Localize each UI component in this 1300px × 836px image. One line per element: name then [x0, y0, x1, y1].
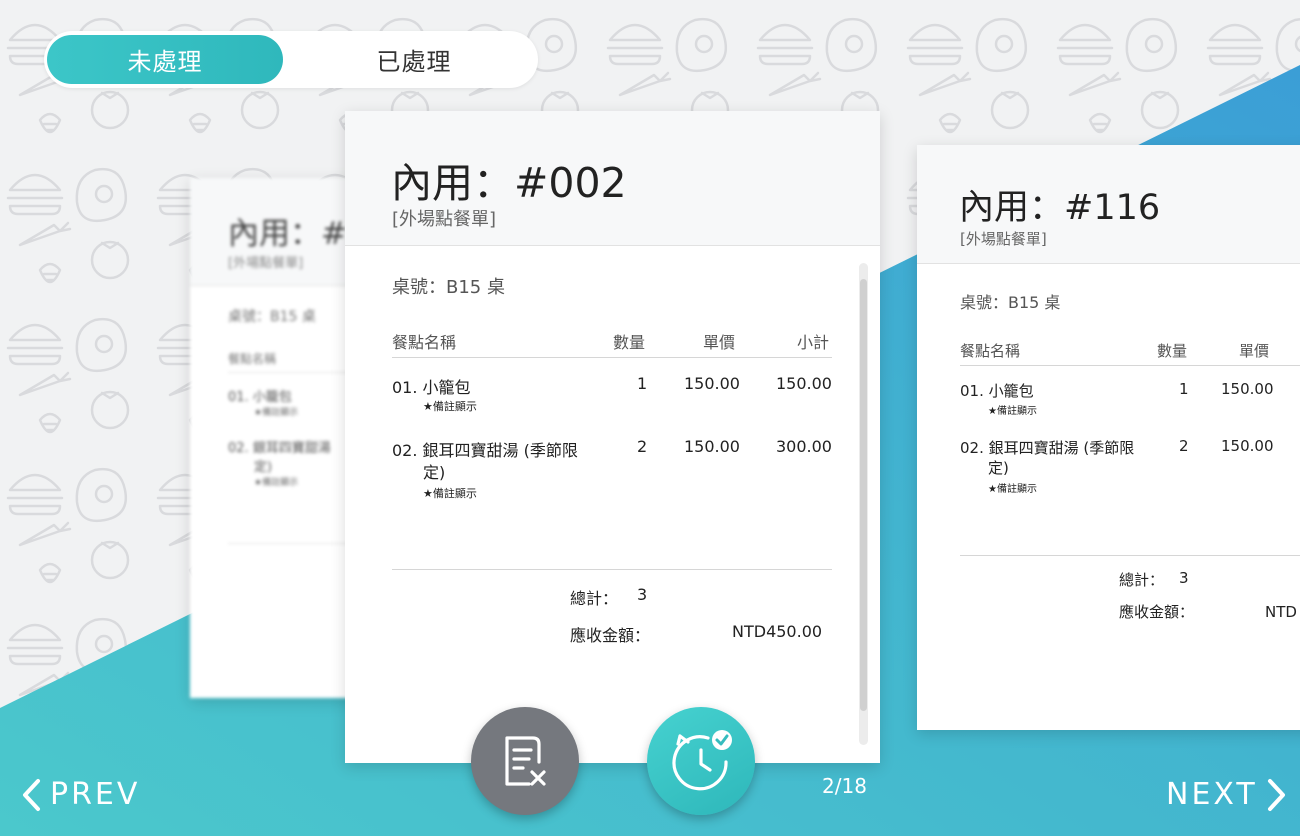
summary-divider	[960, 555, 1300, 556]
item-qty: 2	[1179, 437, 1189, 455]
item-name: 02. 銀耳四寶甜湯	[228, 441, 331, 456]
table-number: 桌號：B15 桌	[228, 309, 316, 325]
prev-label: PREV	[50, 777, 141, 812]
item-qty: 1	[637, 374, 648, 393]
total-quantity: 3	[1179, 569, 1189, 587]
column-header-qty: 數量	[1157, 342, 1188, 360]
item-qty: 2	[637, 437, 648, 456]
column-header-price: 單價	[1239, 342, 1270, 360]
item-note: ★備註顯示	[988, 484, 1037, 495]
table-number: 桌號：B15 桌	[392, 277, 505, 298]
order-card-next[interactable]: 內用：#116 [外場點餐單] 桌號：B15 桌 餐點名稱 數量 單價 01. …	[917, 145, 1300, 730]
item-note: ★備註顯示	[254, 478, 299, 488]
order-type: [外場點餐單]	[392, 209, 497, 230]
item-price: 150.00	[684, 374, 740, 393]
order-status-tabs: 未處理 已處理	[44, 31, 538, 88]
item-subtotal: 300.00	[776, 437, 832, 456]
item-name: 01. 小籠包	[228, 390, 292, 405]
receipt-x-icon	[505, 736, 546, 786]
amount-due-label: 應收金額：	[570, 626, 651, 645]
item-note: ★備註顯示	[254, 408, 299, 418]
prev-button[interactable]: PREV	[20, 777, 140, 812]
total-quantity: 3	[637, 585, 648, 604]
next-button[interactable]: NEXT	[1166, 777, 1288, 812]
amount-due-value: NTD450.00	[732, 622, 823, 641]
column-header-subtotal: 小計	[797, 333, 830, 352]
order-title: 內用：#	[228, 216, 347, 252]
cancel-order-button[interactable]	[471, 707, 579, 815]
item-note: ★備註顯示	[988, 406, 1037, 417]
column-header-name: 餐點名稱	[392, 333, 457, 352]
item-qty: 1	[1179, 380, 1189, 398]
total-label: 總計：	[1119, 571, 1165, 589]
column-header-name: 餐點名稱	[960, 342, 1021, 360]
total-label: 總計：	[570, 589, 619, 608]
amount-due-value: NTD	[1265, 603, 1297, 621]
item-name: 02. 銀耳四寶甜湯 (季節限	[392, 441, 578, 460]
page-counter: 2/18	[822, 774, 867, 798]
item-name: 01. 小籠包	[960, 382, 1034, 400]
scrollbar-thumb[interactable]	[860, 279, 867, 711]
item-subtotal: 150.00	[776, 374, 832, 393]
order-title: 內用：#116	[959, 188, 1161, 228]
table-number: 桌號：B15 桌	[960, 293, 1061, 312]
summary-divider	[392, 569, 832, 570]
item-note: ★備註顯示	[423, 487, 477, 500]
item-name-continued: 定)	[423, 463, 446, 482]
item-name: 02. 銀耳四寶甜湯 (季節限	[960, 439, 1135, 457]
header-divider	[392, 357, 832, 358]
order-card-header: 內用：#002 [外場點餐單]	[345, 111, 880, 246]
item-name-continued: 定)	[988, 459, 1009, 477]
column-header-price: 單價	[703, 333, 736, 352]
process-order-button[interactable]	[647, 707, 755, 815]
next-label: NEXT	[1166, 777, 1258, 812]
item-name: 01. 小籠包	[392, 378, 471, 397]
order-type: [外場點餐單]	[228, 256, 304, 271]
order-card-current[interactable]: 內用：#002 [外場點餐單] 桌號：B15 桌 餐點名稱 數量 單價 小計 0…	[345, 111, 880, 763]
item-price: 150.00	[684, 437, 740, 456]
item-note: ★備註顯示	[423, 400, 477, 413]
order-title: 內用：#002	[391, 159, 627, 207]
tab-unprocessed[interactable]: 未處理	[47, 35, 283, 84]
item-name-continued: 定)	[254, 460, 273, 475]
column-header-name: 餐點名稱	[228, 352, 277, 366]
chevron-left-icon	[23, 778, 40, 811]
timer-check-icon	[672, 730, 732, 791]
column-header-qty: 數量	[613, 333, 646, 352]
tab-processed[interactable]: 已處理	[296, 35, 532, 84]
item-price: 150.00	[1221, 437, 1274, 455]
order-card-header: 內用：#116 [外場點餐單]	[917, 145, 1300, 264]
amount-due-label: 應收金額：	[1119, 603, 1195, 621]
header-divider	[960, 365, 1300, 366]
chevron-right-icon	[1267, 778, 1285, 811]
item-price: 150.00	[1221, 380, 1274, 398]
order-type: [外場點餐單]	[960, 230, 1047, 248]
